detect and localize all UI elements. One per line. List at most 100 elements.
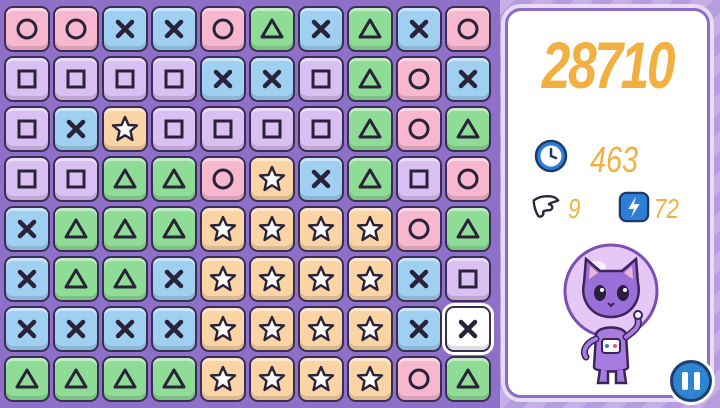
tile-star-orange[interactable]: [249, 306, 295, 352]
lightning-icon: [618, 191, 650, 223]
tile-star-orange[interactable]: [249, 356, 295, 402]
tile-circle-pink[interactable]: [4, 6, 50, 52]
x-icon: [164, 269, 184, 289]
triangle-icon: [456, 368, 480, 389]
tile-circle-pink[interactable]: [445, 156, 491, 202]
tile-star-orange[interactable]: [347, 256, 393, 302]
tile-triangle-green[interactable]: [347, 56, 393, 102]
tile-star-orange[interactable]: [200, 356, 246, 402]
tile-star-orange[interactable]: [200, 306, 246, 352]
x-icon: [17, 219, 37, 239]
tile-x-blue[interactable]: [102, 6, 148, 52]
triangle-icon: [15, 368, 39, 389]
tile-star-orange[interactable]: [298, 306, 344, 352]
tile-triangle-green[interactable]: [347, 106, 393, 152]
tile-triangle-green[interactable]: [445, 206, 491, 252]
tile-square-purple[interactable]: [4, 106, 50, 152]
tile-x-blue[interactable]: [298, 6, 344, 52]
tile-x-blue[interactable]: [151, 6, 197, 52]
tile-triangle-green[interactable]: [53, 256, 99, 302]
tile-star-orange[interactable]: [249, 156, 295, 202]
tile-circle-pink[interactable]: [396, 56, 442, 102]
tile-triangle-green[interactable]: [151, 206, 197, 252]
tile-triangle-green[interactable]: [347, 156, 393, 202]
tile-star-orange[interactable]: [347, 356, 393, 402]
square-icon: [164, 69, 184, 89]
triangle-icon: [113, 268, 137, 289]
tile-circle-pink[interactable]: [396, 356, 442, 402]
tile-x-blue[interactable]: [396, 6, 442, 52]
tile-triangle-green[interactable]: [4, 356, 50, 402]
tile-square-purple[interactable]: [151, 56, 197, 102]
tile-circle-pink[interactable]: [200, 156, 246, 202]
tile-triangle-green[interactable]: [445, 106, 491, 152]
tile-x-blue[interactable]: [151, 256, 197, 302]
tile-x-blue[interactable]: [200, 56, 246, 102]
tile-star-orange[interactable]: [200, 256, 246, 302]
tile-x-blue[interactable]: [151, 306, 197, 352]
tile-star-orange[interactable]: [200, 206, 246, 252]
tile-triangle-green[interactable]: [347, 6, 393, 52]
circle-icon: [65, 18, 87, 40]
tile-square-purple[interactable]: [396, 156, 442, 202]
tile-square-purple[interactable]: [151, 106, 197, 152]
tile-triangle-green[interactable]: [53, 356, 99, 402]
tile-x-blue[interactable]: [298, 156, 344, 202]
tile-star-orange[interactable]: [347, 306, 393, 352]
tile-star-orange[interactable]: [102, 106, 148, 152]
tile-triangle-green[interactable]: [53, 206, 99, 252]
tile-triangle-green[interactable]: [102, 356, 148, 402]
star-icon: [258, 215, 286, 242]
tile-triangle-green[interactable]: [102, 156, 148, 202]
tile-x-blue[interactable]: [445, 56, 491, 102]
tile-square-purple[interactable]: [200, 106, 246, 152]
tile-x-blue[interactable]: [102, 306, 148, 352]
tile-triangle-green[interactable]: [102, 256, 148, 302]
tile-star-orange[interactable]: [347, 206, 393, 252]
tile-square-purple[interactable]: [4, 156, 50, 202]
triangle-icon: [113, 218, 137, 239]
x-icon: [409, 269, 429, 289]
tile-square-purple[interactable]: [249, 106, 295, 152]
tile-star-orange[interactable]: [298, 356, 344, 402]
tile-triangle-green[interactable]: [445, 356, 491, 402]
tile-x-blue[interactable]: [53, 106, 99, 152]
tile-triangle-green[interactable]: [102, 206, 148, 252]
tile-star-orange[interactable]: [249, 206, 295, 252]
tile-square-purple[interactable]: [4, 56, 50, 102]
tile-x-white[interactable]: [445, 306, 491, 352]
tile-star-orange[interactable]: [298, 256, 344, 302]
tile-x-blue[interactable]: [396, 306, 442, 352]
square-icon: [262, 119, 282, 139]
tile-x-blue[interactable]: [53, 306, 99, 352]
triangle-icon: [358, 168, 382, 189]
tile-triangle-green[interactable]: [249, 6, 295, 52]
circle-icon: [408, 218, 430, 240]
tile-circle-pink[interactable]: [445, 6, 491, 52]
tile-circle-pink[interactable]: [396, 106, 442, 152]
pause-button[interactable]: [670, 360, 712, 402]
x-icon: [115, 19, 135, 39]
tile-square-purple[interactable]: [102, 56, 148, 102]
score-value: 28710: [541, 28, 676, 102]
tile-square-purple[interactable]: [53, 56, 99, 102]
tile-square-purple[interactable]: [445, 256, 491, 302]
tile-star-orange[interactable]: [249, 256, 295, 302]
tile-x-blue[interactable]: [396, 256, 442, 302]
tile-circle-pink[interactable]: [53, 6, 99, 52]
triangle-icon: [162, 168, 186, 189]
tile-square-purple[interactable]: [298, 106, 344, 152]
game-board: [0, 0, 500, 408]
tile-x-blue[interactable]: [4, 206, 50, 252]
tile-circle-pink[interactable]: [396, 206, 442, 252]
tile-x-blue[interactable]: [4, 256, 50, 302]
tile-triangle-green[interactable]: [151, 156, 197, 202]
tile-circle-pink[interactable]: [200, 6, 246, 52]
tile-square-purple[interactable]: [53, 156, 99, 202]
tile-star-orange[interactable]: [298, 206, 344, 252]
tile-x-blue[interactable]: [249, 56, 295, 102]
tile-x-blue[interactable]: [4, 306, 50, 352]
tile-triangle-green[interactable]: [151, 356, 197, 402]
astronaut-cat-mascot: [563, 243, 659, 385]
tile-square-purple[interactable]: [298, 56, 344, 102]
